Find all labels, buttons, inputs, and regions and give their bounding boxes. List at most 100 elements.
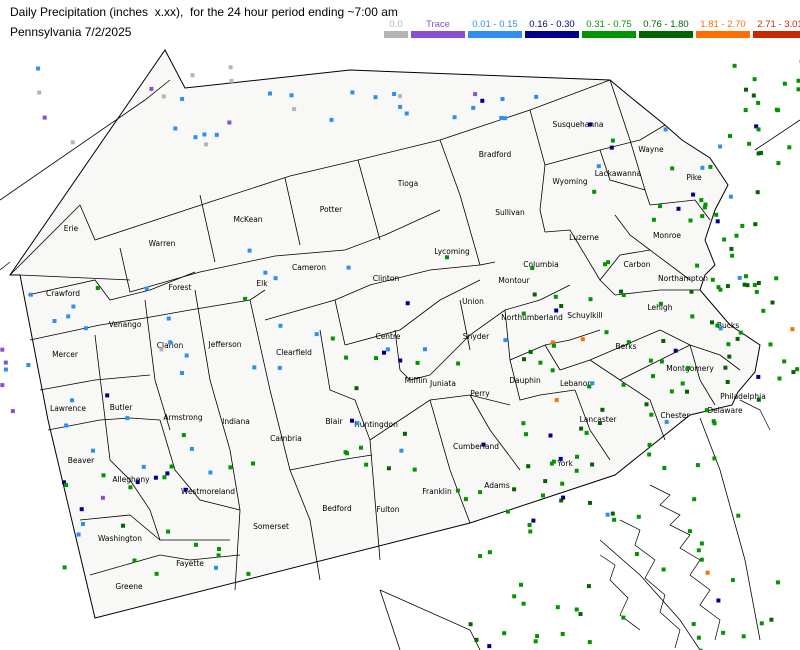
station-marker (141, 464, 146, 469)
legend-item: 0.16 - 0.30 (525, 19, 579, 38)
station-marker (91, 448, 95, 453)
pennsylvania-map: Erie Warren McKean Potter Tioga Bradford Susqu… (0, 49, 800, 650)
station-marker (165, 471, 170, 476)
station-marker (125, 416, 130, 421)
station-marker (398, 94, 402, 99)
station-marker (699, 557, 704, 562)
county-label: Warren (149, 239, 176, 248)
station-marker (695, 463, 700, 468)
station-marker (753, 222, 758, 227)
station-marker (204, 142, 208, 147)
station-marker (398, 104, 403, 109)
legend-swatch (639, 31, 693, 38)
station-marker (0, 383, 5, 388)
station-marker (658, 204, 662, 209)
station-marker (36, 66, 41, 71)
station-marker (194, 542, 198, 547)
station-marker (651, 217, 656, 222)
county-label: Jefferson (208, 340, 242, 349)
station-marker (696, 548, 701, 553)
station-marker (752, 283, 757, 287)
station-marker (680, 381, 685, 386)
station-marker (535, 634, 540, 639)
station-marker (782, 359, 787, 364)
station-marker (168, 340, 173, 345)
station-marker (0, 347, 5, 352)
station-marker (554, 398, 559, 403)
county-label: Berks (615, 342, 636, 351)
station-marker (754, 289, 759, 294)
station-marker (180, 371, 184, 375)
station-marker (690, 314, 695, 319)
station-marker (532, 292, 537, 297)
station-marker (135, 480, 140, 485)
station-marker (503, 338, 508, 343)
station-marker (735, 336, 740, 341)
station-marker (404, 111, 409, 116)
station-marker (79, 507, 84, 512)
station-marker (350, 418, 354, 423)
county-label: Cumberland (453, 442, 499, 451)
station-marker (503, 116, 508, 121)
station-marker (499, 116, 504, 120)
station-marker (527, 523, 532, 527)
station-marker (736, 513, 741, 518)
map-title: Daily Precipitation (inches x.xx), for t… (10, 5, 398, 19)
station-marker (26, 363, 31, 367)
legend-label: 2.71 - 3.01 (757, 19, 800, 30)
station-marker (519, 582, 523, 587)
station-marker (346, 265, 351, 270)
station-marker (649, 412, 654, 417)
station-marker (473, 92, 478, 97)
county-label: Perry (470, 389, 490, 398)
county-label: Fulton (376, 505, 399, 514)
station-marker (782, 81, 787, 86)
legend-item: 0.76 - 1.80 (639, 19, 693, 38)
precipitation-legend: 0.0 Trace 0.01 - 0.15 0.16 - 0.30 0.31 - 0.7… (384, 19, 800, 38)
map-header: Daily Precipitation (inches x.xx), for t… (0, 0, 800, 46)
county-label: Lawrence (50, 404, 86, 413)
station-marker (273, 276, 278, 281)
county-label: Somerset (253, 522, 289, 531)
station-marker (28, 292, 33, 297)
station-marker (621, 293, 626, 297)
station-marker (526, 464, 531, 469)
station-marker (774, 107, 779, 112)
legend-item: 2.71 - 3.01 (753, 19, 800, 38)
station-marker (169, 464, 174, 469)
station-marker (399, 448, 404, 453)
station-marker (558, 456, 563, 461)
county-label: Clearfield (276, 348, 312, 357)
station-marker (350, 90, 355, 95)
station-marker (531, 518, 536, 523)
station-marker (596, 164, 601, 169)
station-marker (769, 617, 774, 622)
legend-label: 0.31 - 0.75 (586, 19, 632, 30)
legend-label: 0.01 - 0.15 (472, 19, 518, 30)
station-marker (744, 87, 748, 92)
legend-item: 1.81 - 2.70 (696, 19, 750, 38)
station-marker (723, 365, 728, 370)
station-marker (543, 479, 548, 484)
station-marker (700, 214, 705, 219)
station-marker (700, 165, 705, 170)
county-label: Mercer (52, 350, 79, 359)
station-marker (796, 78, 800, 83)
station-marker (159, 347, 164, 352)
station-marker (756, 281, 761, 285)
station-marker (796, 87, 800, 92)
county-label: Monroe (653, 231, 681, 240)
county-label: Lycoming (434, 247, 470, 256)
station-marker (528, 349, 533, 354)
county-label: Allegheny (112, 475, 150, 484)
station-marker (76, 532, 81, 537)
station-marker (584, 430, 589, 435)
legend-item: 0.31 - 0.75 (582, 19, 636, 38)
station-marker (610, 511, 615, 516)
county-label: Wyoming (552, 177, 587, 186)
legend-swatch (384, 31, 408, 38)
precipitation-map-page: Daily Precipitation (inches x.xx), for t… (0, 0, 800, 650)
county-label: Tioga (397, 179, 418, 188)
station-marker (705, 570, 710, 575)
county-label: Adams (484, 481, 510, 490)
